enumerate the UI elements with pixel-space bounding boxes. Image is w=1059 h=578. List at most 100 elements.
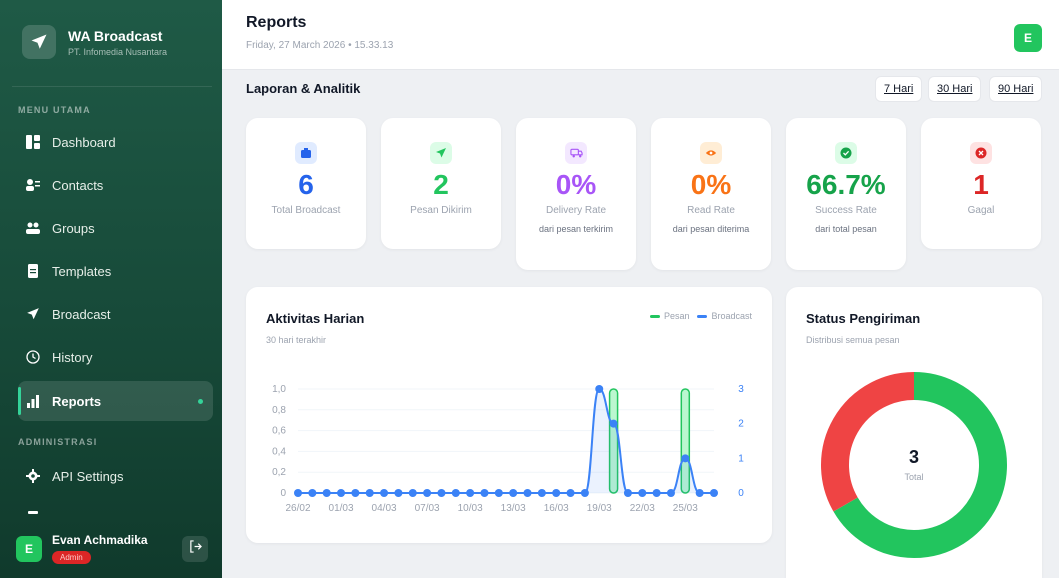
stat-card-pesan-dikirim: 2 Pesan Dikirim bbox=[381, 118, 501, 249]
broadcast-point bbox=[322, 489, 331, 497]
y-tick-label: 0 bbox=[280, 488, 286, 499]
user-name: Evan Achmadika bbox=[52, 533, 148, 547]
briefcase-icon bbox=[295, 142, 317, 164]
broadcast-point bbox=[638, 489, 647, 497]
sidebar: WA Broadcast PT. Infomedia Nusantara MEN… bbox=[0, 0, 222, 578]
partial-menu-icon bbox=[28, 511, 38, 514]
y-tick-label: 0,6 bbox=[272, 426, 286, 437]
broadcast-point bbox=[652, 489, 661, 497]
stat-label: Read Rate bbox=[687, 205, 735, 216]
brand-company: PT. Infomedia Nusantara bbox=[68, 46, 168, 57]
logout-button[interactable] bbox=[182, 536, 208, 562]
sidebar-item-label: API Settings bbox=[52, 468, 124, 484]
x-tick-label: 04/03 bbox=[372, 503, 397, 514]
y-right-tick-label: 2 bbox=[738, 419, 744, 430]
broadcast-point bbox=[494, 489, 503, 497]
x-tick-label: 10/03 bbox=[458, 503, 483, 514]
x-tick-label: 25/03 bbox=[673, 503, 698, 514]
user-profile[interactable]: E Evan Achmadika Admin bbox=[8, 524, 214, 574]
brand-name: WA Broadcast bbox=[68, 27, 163, 44]
stat-card-gagal: 1 Gagal bbox=[921, 118, 1041, 249]
page-date: Friday, 27 March 2026 • 15.33.13 bbox=[246, 40, 394, 51]
sidebar-item-label: Contacts bbox=[52, 177, 104, 193]
stat-sublabel: dari pesan diterima bbox=[672, 224, 750, 234]
templates-icon bbox=[26, 264, 40, 278]
broadcast-point bbox=[609, 419, 618, 428]
send-icon bbox=[430, 142, 452, 164]
y-tick-label: 0,8 bbox=[272, 405, 286, 416]
broadcast-point bbox=[437, 489, 446, 497]
avatar[interactable]: E bbox=[1014, 24, 1042, 52]
range-7-button[interactable]: 7 Hari bbox=[875, 76, 923, 102]
broadcast-point bbox=[695, 489, 704, 497]
x-tick-label: 07/03 bbox=[415, 503, 440, 514]
broadcast-point bbox=[294, 489, 302, 497]
x-tick-label: 22/03 bbox=[630, 503, 655, 514]
broadcast-line bbox=[298, 387, 714, 494]
sidebar-item-label: Reports bbox=[52, 393, 102, 409]
send-icon bbox=[26, 307, 40, 321]
range-30-button[interactable]: 30 Hari bbox=[928, 76, 982, 102]
stat-label: Success Rate bbox=[815, 205, 877, 216]
page-title: Reports bbox=[246, 14, 307, 31]
broadcast-point bbox=[423, 489, 432, 497]
broadcast-point bbox=[380, 489, 389, 497]
stat-value: 6 bbox=[298, 169, 314, 200]
avatar: E bbox=[16, 536, 42, 562]
broadcast-point bbox=[537, 489, 546, 497]
status-donut-chart[interactable] bbox=[786, 287, 1042, 578]
stat-value: 0% bbox=[690, 169, 732, 200]
sidebar-item-broadcast[interactable]: Broadcast bbox=[18, 294, 213, 334]
broadcast-area bbox=[298, 389, 714, 493]
truck-icon bbox=[565, 142, 587, 164]
sidebar-item-label: Broadcast bbox=[52, 306, 111, 322]
brand[interactable]: WA Broadcast PT. Infomedia Nusantara bbox=[12, 10, 216, 74]
sidebar-item-templates[interactable]: Templates bbox=[18, 251, 213, 291]
gear-icon bbox=[26, 469, 40, 483]
role-badge: Admin bbox=[52, 551, 91, 564]
contacts-icon bbox=[26, 178, 40, 192]
stat-sublabel: dari total pesan bbox=[815, 224, 877, 234]
broadcast-point bbox=[552, 489, 561, 497]
broadcast-point bbox=[365, 489, 374, 497]
sidebar-item-reports[interactable]: Reports bbox=[18, 381, 213, 421]
broadcast-point bbox=[337, 489, 346, 497]
sidebar-item-contacts[interactable]: Contacts bbox=[18, 165, 213, 205]
analytics-title: Laporan & Analitik bbox=[246, 81, 361, 96]
section-label-admin: ADMINISTRASI bbox=[18, 437, 98, 447]
donut-center: 3 Total bbox=[864, 447, 964, 482]
broadcast-point bbox=[509, 489, 518, 497]
x-tick-label: 16/03 bbox=[544, 503, 569, 514]
y-right-tick-label: 3 bbox=[738, 384, 744, 395]
sidebar-item-history[interactable]: History bbox=[18, 337, 213, 377]
y-tick-label: 0,4 bbox=[272, 446, 286, 457]
donut-total-value: 3 bbox=[908, 447, 919, 467]
sidebar-item-api-settings[interactable]: API Settings bbox=[18, 456, 213, 496]
broadcast-point bbox=[480, 489, 489, 497]
broadcast-point bbox=[595, 385, 604, 393]
broadcast-point bbox=[681, 454, 690, 463]
status-card: Status Pengiriman Distribusi semua pesan… bbox=[786, 287, 1042, 578]
donut-slice-failed bbox=[821, 372, 915, 512]
history-icon bbox=[26, 350, 40, 364]
broadcast-point bbox=[566, 489, 575, 497]
sidebar-item-groups[interactable]: Groups bbox=[18, 208, 213, 248]
range-90-button[interactable]: 90 Hari bbox=[989, 76, 1043, 102]
stat-label: Delivery Rate bbox=[545, 205, 607, 216]
broadcast-point bbox=[351, 489, 360, 497]
active-indicator bbox=[198, 399, 203, 404]
broadcast-point bbox=[523, 489, 532, 497]
stat-card-success-rate: 66.7% Success Rate dari total pesan bbox=[786, 118, 906, 270]
stat-value: 66.7% bbox=[806, 169, 886, 200]
activity-chart[interactable]: 0 0,2 0,4 0,6 0,8 1,0 0 1 2 3 26/02 01/03 04/03 07/03… bbox=[246, 287, 772, 543]
stat-label: Gagal bbox=[967, 205, 995, 216]
stat-card-read-rate: 0% Read Rate dari pesan diterima bbox=[651, 118, 771, 270]
logout-icon bbox=[189, 540, 202, 558]
sidebar-item-label: Dashboard bbox=[52, 134, 116, 150]
stat-card-delivery-rate: 0% Delivery Rate dari pesan terkirim bbox=[516, 118, 636, 270]
sidebar-item-dashboard[interactable]: Dashboard bbox=[18, 122, 213, 162]
y-right-tick-label: 0 bbox=[738, 488, 744, 499]
broadcast-point bbox=[623, 489, 632, 497]
section-label-main: MENU UTAMA bbox=[18, 105, 91, 115]
broadcast-point bbox=[580, 489, 589, 497]
